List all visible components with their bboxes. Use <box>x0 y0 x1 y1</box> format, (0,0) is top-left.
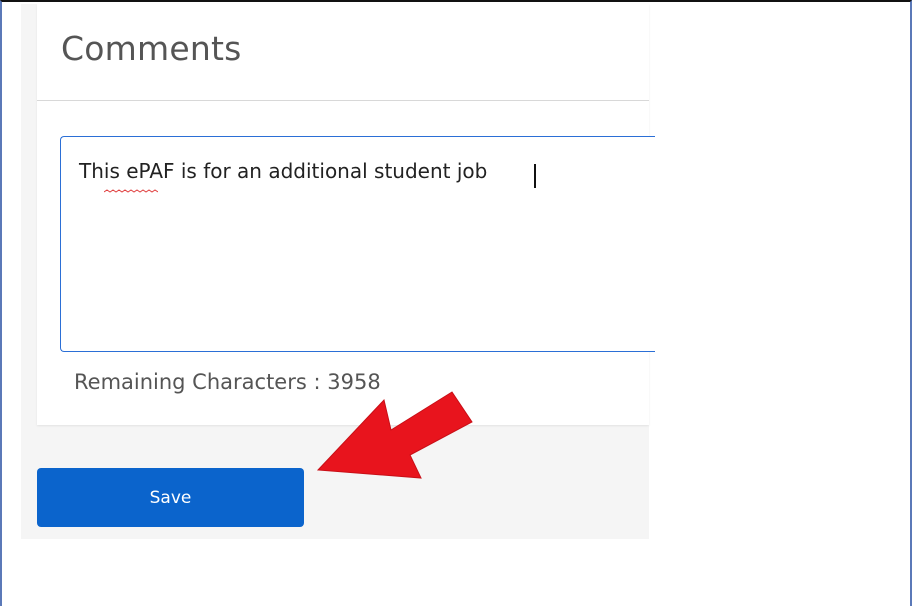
red-arrow-icon <box>316 391 473 479</box>
comments-title: Comments <box>61 29 242 68</box>
screenshot-frame: Comments This ePAF is for an additional … <box>0 0 912 606</box>
save-button[interactable]: Save <box>37 468 304 527</box>
text-caret <box>534 164 536 188</box>
comments-card: Comments This ePAF is for an additional … <box>37 4 655 425</box>
spellcheck-underline-icon <box>104 189 158 193</box>
card-divider <box>37 100 649 101</box>
comments-textarea[interactable]: This ePAF is for an additional student j… <box>60 136 655 352</box>
